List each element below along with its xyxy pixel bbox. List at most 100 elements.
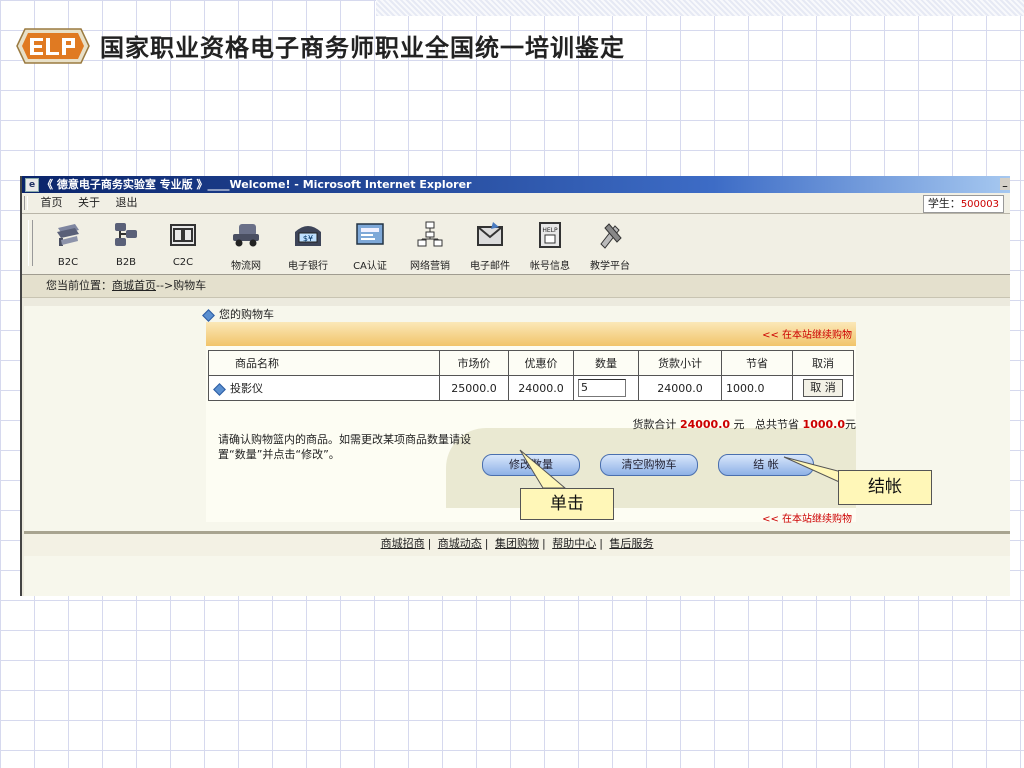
item-name-cell: 投影仪 xyxy=(208,375,440,401)
window-titlebar: e 《 德意电子商务实验室 专业版 》____Welcome! - Micros… xyxy=(22,176,1010,193)
clear-cart-button[interactable]: 清空购物车 xyxy=(600,454,698,476)
item-name: 投影仪 xyxy=(230,382,263,395)
toolbar-b2c[interactable]: B2C xyxy=(42,220,94,268)
cart-instruction: 请确认购物篮内的商品。如需更改某项商品数量请设置“数量”并点击“修改”。 xyxy=(218,433,471,461)
footer-link-news[interactable]: 商城动态 xyxy=(438,537,482,550)
menu-bar: 首页 关于 退出 学生：500003 xyxy=(22,193,1010,214)
toolbar-bank-label: 电子银行 xyxy=(288,261,328,272)
item-cancel-cell: 取 消 xyxy=(792,375,854,401)
item-saving: 1000.0 xyxy=(721,375,793,401)
toolbar-marketing-label: 网络营销 xyxy=(410,261,450,272)
cart-panel-header xyxy=(206,322,856,346)
continue-shopping-link-top[interactable]: << 在本站继续购物 xyxy=(762,326,852,341)
logistics-icon xyxy=(233,224,259,247)
cart-table-header: 商品名称 市场价 优惠价 数量 货款小计 节省 取消 xyxy=(208,350,854,376)
toolbar-email-label: 电子邮件 xyxy=(470,261,510,272)
breadcrumb: 您当前位置：商城首页-->购物车 xyxy=(22,275,1010,298)
checkout-button[interactable]: 结 帐 xyxy=(718,454,814,476)
footer-link-service[interactable]: 售后服务 xyxy=(609,537,653,550)
breadcrumb-current: -->购物车 xyxy=(156,279,207,292)
diamond-bullet-icon xyxy=(213,382,226,396)
toolbar-c2c-label: C2C xyxy=(172,257,194,268)
toolbar-b2b[interactable]: B2B xyxy=(100,220,152,268)
item-quantity-cell: 5 xyxy=(573,375,639,401)
total-value: 24000.0 xyxy=(679,418,731,431)
toolbar-account[interactable]: HELP 帐号信息 xyxy=(522,220,578,272)
col-cancel: 取消 xyxy=(792,350,854,376)
table-row: 投影仪 25000.0 24000.0 5 24000.0 1000.0 取 消 xyxy=(208,375,854,401)
email-icon xyxy=(477,222,503,246)
footer-link-help[interactable]: 帮助中心 xyxy=(552,537,596,550)
diamond-bullet-icon xyxy=(202,308,215,322)
bank-icon: $¥ xyxy=(295,226,321,246)
svg-text:HELP: HELP xyxy=(542,227,558,234)
slide-title: 国家职业资格电子商务师职业全国统一培训鉴定 xyxy=(100,34,625,62)
col-quantity: 数量 xyxy=(573,350,639,376)
teaching-icon xyxy=(600,223,622,249)
footer-link-group[interactable]: 集团购物 xyxy=(495,537,539,550)
menu-about[interactable]: 关于 xyxy=(72,193,106,213)
footer-links: 商城招商 | 商城动态 | 集团购物 | 帮助中心 | 售后服务 xyxy=(24,531,1010,556)
toolbar-account-label: 帐号信息 xyxy=(530,261,570,272)
col-name: 商品名称 xyxy=(208,350,440,376)
toolbar-ca-label: CA认证 xyxy=(353,261,387,272)
breadcrumb-prefix: 您当前位置： xyxy=(46,279,112,292)
update-quantity-button[interactable]: 修改数量 xyxy=(482,454,580,476)
cart-heading-text: 您的购物车 xyxy=(219,308,274,321)
menu-home[interactable]: 首页 xyxy=(35,193,69,213)
toolbar-b2c-label: B2C xyxy=(57,257,79,268)
toolbar-marketing[interactable]: 网络营销 xyxy=(402,220,458,272)
toolbar-bank[interactable]: $¥ 电子银行 xyxy=(280,220,336,272)
marketing-icon xyxy=(417,221,443,247)
footer-link-merchants[interactable]: 商城招商 xyxy=(381,537,425,550)
menu-grip xyxy=(24,196,28,210)
toolbar-grip xyxy=(28,220,33,266)
student-label: 学生： xyxy=(927,197,961,210)
menu-logout[interactable]: 退出 xyxy=(110,193,144,213)
minimize-button[interactable]: _ xyxy=(1000,178,1010,190)
cancel-item-button[interactable]: 取 消 xyxy=(803,379,843,397)
click-callout: 单击 xyxy=(520,488,614,520)
toolbar-teaching-label: 教学平台 xyxy=(590,261,630,272)
toolbar-c2c[interactable]: C2C xyxy=(158,220,208,268)
col-subtotal: 货款小计 xyxy=(638,350,722,376)
saving-label: 总共节省 xyxy=(755,418,800,431)
item-sale-price: 24000.0 xyxy=(508,375,574,401)
cart-table: 商品名称 市场价 优惠价 数量 货款小计 节省 取消 投影仪 25000.0 2… xyxy=(208,350,854,401)
cart-page: 您的购物车 << 在本站继续购物 商品名称 市场价 优惠价 数量 货款小计 节省… xyxy=(24,306,1010,596)
c2c-icon xyxy=(170,224,196,246)
total-label: 货款合计 xyxy=(632,418,677,431)
ie-icon: e xyxy=(25,178,39,192)
item-market-price: 25000.0 xyxy=(439,375,509,401)
window-title: 《 德意电子商务实验室 专业版 》____Welcome! - Microsof… xyxy=(42,178,472,191)
col-saving: 节省 xyxy=(721,350,793,376)
b2b-icon xyxy=(115,223,137,246)
app-toolbar: B2C B2B C2C 物流网 $¥ 电子银行 CA认证 网络营销 电子邮件 H… xyxy=(22,214,1010,275)
svg-text:$¥: $¥ xyxy=(303,234,313,243)
student-badge: 学生：500003 xyxy=(922,195,1004,213)
toolbar-email[interactable]: 电子邮件 xyxy=(462,220,518,272)
checkout-callout: 结帐 xyxy=(838,470,932,505)
top-decor-band xyxy=(376,0,1024,16)
breadcrumb-home-link[interactable]: 商城首页 xyxy=(112,279,156,292)
student-id: 500003 xyxy=(960,199,999,210)
toolbar-b2b-label: B2B xyxy=(115,257,137,268)
total-unit: 元 xyxy=(733,418,745,431)
account-icon: HELP xyxy=(539,222,561,248)
ca-icon xyxy=(356,223,384,245)
saving-value: 1000.0 xyxy=(802,418,845,431)
cart-heading: 您的购物车 xyxy=(202,306,274,322)
col-market-price: 市场价 xyxy=(439,350,509,376)
item-subtotal: 24000.0 xyxy=(638,375,722,401)
b2c-icon xyxy=(57,224,79,246)
quantity-input[interactable]: 5 xyxy=(578,379,626,397)
saving-unit: 元 xyxy=(845,418,856,431)
toolbar-logistics[interactable]: 物流网 xyxy=(220,220,272,272)
browser-window: e 《 德意电子商务实验室 专业版 》____Welcome! - Micros… xyxy=(20,176,1010,596)
cart-totals: 货款合计 24000.0 元 总共节省 1000.0元 xyxy=(632,416,856,432)
toolbar-logistics-label: 物流网 xyxy=(231,261,261,272)
toolbar-ca[interactable]: CA认证 xyxy=(344,220,396,272)
continue-shopping-link-bottom[interactable]: << 在本站继续购物 xyxy=(762,510,852,525)
toolbar-teaching[interactable]: 教学平台 xyxy=(582,220,638,272)
elp-logo xyxy=(16,28,90,64)
